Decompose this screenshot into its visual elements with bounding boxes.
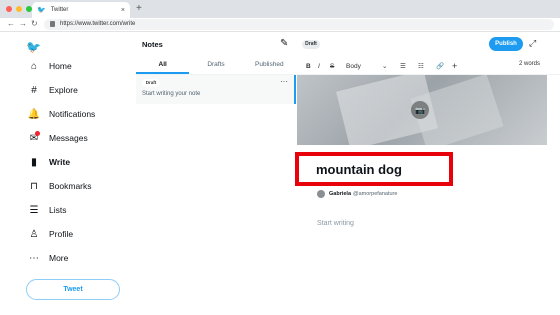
reload-button[interactable]: ↻ (31, 19, 38, 28)
sidebar-item-label: Bookmarks (49, 181, 92, 191)
avatar (317, 190, 325, 198)
envelope-icon: ✉ (26, 130, 42, 144)
hashtag-icon: # (31, 84, 37, 96)
more-circle-icon: ⋯ (29, 252, 39, 264)
author-name: Gabriela (329, 191, 352, 197)
url-text: https://www.twitter.com/write (60, 21, 136, 27)
sidebar-item-label: Write (49, 157, 71, 167)
sidebar-item-label: Lists (49, 205, 67, 215)
text-style-select[interactable]: Body (346, 63, 382, 70)
tab-published[interactable]: Published (243, 56, 296, 74)
browser-tab-bar: 🐦 Twitter × + (0, 0, 560, 18)
page-title: Notes (142, 40, 163, 49)
sidebar-item-label: Messages (49, 133, 88, 143)
bookmark-icon: ⊓ (30, 180, 38, 192)
strikethrough-button[interactable]: S (330, 63, 346, 70)
draft-status-badge: Draft (302, 40, 320, 49)
chevron-down-icon[interactable]: ⌄ (382, 62, 400, 70)
sidebar-item-messages[interactable]: ✉ Messages (26, 130, 88, 146)
notes-tabs: All Drafts Published (136, 56, 296, 74)
person-icon: ♙ (29, 228, 39, 240)
twitter-bird-icon: 🐦 (37, 7, 46, 14)
word-count: 2 words (519, 61, 541, 67)
add-icon[interactable]: + (452, 61, 464, 71)
note-body-input[interactable]: Start writing (317, 220, 354, 227)
window-close-button[interactable] (6, 6, 12, 12)
sidebar: 🐦 ⌂ Home # Explore 🔔 Notifications ✉ Mes… (0, 32, 135, 315)
sidebar-item-explore[interactable]: # Explore (26, 82, 78, 98)
tab-title: Twitter (50, 7, 69, 13)
write-icon: ▮ (31, 156, 37, 168)
browser-tab[interactable]: 🐦 Twitter × (32, 2, 130, 18)
note-preview-text: Start writing your note (142, 91, 201, 97)
sidebar-item-home[interactable]: ⌂ Home (26, 58, 72, 74)
sidebar-item-write[interactable]: ▮ Write (26, 154, 70, 170)
tab-drafts[interactable]: Drafts (189, 56, 242, 74)
link-icon[interactable]: 🔗 (436, 62, 452, 70)
notification-dot (35, 130, 40, 136)
sidebar-item-label: Home (49, 61, 72, 71)
numbered-list-icon[interactable]: ☷ (418, 62, 436, 70)
author-handle: @amorpefanature (353, 191, 398, 197)
sidebar-item-label: Explore (49, 85, 78, 95)
note-list-item[interactable]: Draft ··· Start writing your note (136, 75, 296, 104)
back-button[interactable]: ← (7, 19, 15, 28)
more-options-icon[interactable]: ··· (280, 77, 288, 86)
sidebar-item-notifications[interactable]: 🔔 Notifications (26, 106, 96, 122)
note-title-input[interactable]: mountain dog (295, 152, 453, 186)
home-icon: ⌂ (30, 60, 38, 72)
sidebar-item-label: Profile (49, 229, 74, 239)
tab-close-icon[interactable]: × (121, 7, 125, 14)
expand-icon[interactable]: ⤢ (529, 38, 536, 49)
forward-button[interactable]: → (19, 19, 27, 28)
twitter-logo-icon[interactable]: 🐦 (26, 40, 41, 54)
publish-button[interactable]: Publish (489, 37, 523, 51)
bell-icon: 🔔 (27, 108, 41, 120)
tab-all[interactable]: All (136, 56, 190, 74)
formatting-toolbar: B I S Body ⌄ ☰ ☷ 🔗 + (306, 60, 464, 72)
cover-image[interactable]: 📷 (297, 75, 547, 145)
list-icon: ☰ (29, 204, 39, 216)
sidebar-item-lists[interactable]: ☰ Lists (26, 202, 67, 218)
url-bar[interactable]: https://www.twitter.com/write (44, 19, 554, 30)
lock-icon (50, 21, 55, 27)
new-tab-button[interactable]: + (136, 3, 142, 14)
draft-badge: Draft (142, 79, 160, 87)
italic-button[interactable]: I (318, 63, 330, 70)
sidebar-item-bookmarks[interactable]: ⊓ Bookmarks (26, 178, 92, 194)
bold-button[interactable]: B (306, 63, 318, 70)
sidebar-item-more[interactable]: ⋯ More (26, 250, 68, 266)
tweet-button[interactable]: Tweet (26, 279, 120, 300)
bullet-list-icon[interactable]: ☰ (400, 62, 418, 70)
sidebar-item-profile[interactable]: ♙ Profile (26, 226, 74, 242)
compose-note-icon[interactable]: ✎ (280, 38, 288, 49)
camera-icon[interactable]: 📷 (411, 101, 429, 119)
author-byline: Gabriela @amorpefanature (317, 190, 397, 198)
sidebar-item-label: Notifications (49, 109, 96, 119)
sidebar-item-label: More (49, 253, 69, 263)
window-minimize-button[interactable] (16, 6, 22, 12)
